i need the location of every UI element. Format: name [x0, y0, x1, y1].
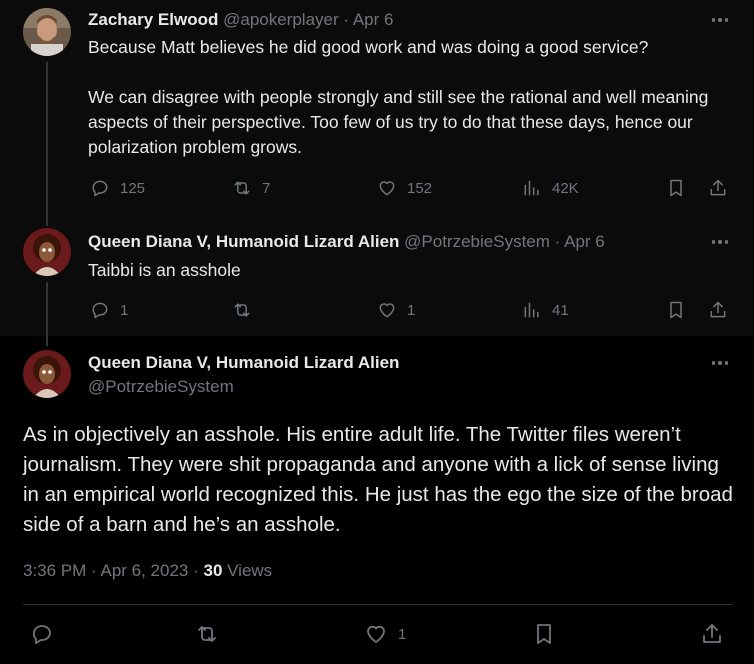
retweet-button[interactable]: [232, 300, 252, 320]
like-count: 1: [398, 625, 407, 643]
main-tweet-text: As in objectively an asshole. His entire…: [23, 423, 733, 536]
like-button[interactable]: 1: [364, 622, 406, 646]
avatar[interactable]: [23, 228, 71, 276]
retweet-button[interactable]: 7: [232, 178, 270, 198]
timestamp[interactable]: 3:36 PM · Apr 6, 2023 ·: [23, 561, 203, 580]
author-name[interactable]: Queen Diana V, Humanoid Lizard Alien: [88, 353, 399, 373]
reply-button[interactable]: 125: [90, 178, 145, 198]
bookmark-icon: [537, 624, 551, 644]
like-button[interactable]: 1: [377, 300, 415, 320]
views-button[interactable]: 42K: [522, 178, 579, 198]
author-handle[interactable]: @PotrzebieSystem: [88, 377, 399, 397]
tweet-date[interactable]: · Apr 6: [343, 10, 393, 29]
tweet-header: Zachary Elwood @apokerplayer · Apr 6: [88, 10, 393, 30]
tweet-text: Because Matt believes he did good work a…: [88, 37, 709, 157]
bookmark-button[interactable]: [666, 300, 686, 320]
bookmark-icon: [670, 301, 682, 319]
bookmark-button[interactable]: [666, 178, 686, 198]
thread-line: [46, 336, 48, 346]
author-handle[interactable]: @apokerplayer: [223, 10, 339, 29]
author-handle[interactable]: @PotrzebieSystem: [404, 232, 550, 251]
views-count: 30: [203, 561, 223, 580]
views-button[interactable]: 41: [522, 300, 569, 320]
reply-button[interactable]: [30, 622, 54, 646]
avatar-image: [23, 350, 71, 398]
author-name[interactable]: Queen Diana V, Humanoid Lizard Alien: [88, 232, 399, 251]
tweet-1[interactable]: Zachary Elwood @apokerplayer · Apr 6 Bec…: [0, 0, 754, 222]
reply-count: 1: [120, 301, 129, 319]
retweet-icon: [234, 303, 250, 317]
like-count: 152: [407, 179, 433, 197]
thread-line: [46, 62, 48, 222]
bookmark-icon: [670, 179, 682, 197]
tweet-date[interactable]: · Apr 6: [555, 232, 605, 251]
bookmark-button[interactable]: [532, 622, 556, 646]
author-name[interactable]: Zachary Elwood: [88, 10, 218, 29]
reply-icon: [92, 180, 108, 197]
reply-icon: [33, 625, 51, 644]
like-icon: [379, 181, 395, 196]
like-icon: [379, 303, 395, 318]
retweet-icon: [198, 626, 216, 642]
views-label: Views: [227, 561, 273, 580]
retweet-button[interactable]: [195, 622, 219, 646]
share-button[interactable]: [700, 622, 724, 646]
avatar-image: [23, 8, 71, 56]
thread-line: [46, 282, 48, 342]
share-icon: [710, 301, 726, 318]
reply-icon: [92, 302, 108, 319]
views-icon: [524, 302, 539, 318]
share-button[interactable]: [708, 300, 728, 320]
views-count: 41: [552, 301, 569, 319]
like-button[interactable]: 152: [377, 178, 432, 198]
share-button[interactable]: [708, 178, 728, 198]
like-count: 1: [407, 301, 416, 319]
retweet-icon: [234, 181, 250, 195]
views-icon: [524, 180, 539, 196]
tweet-2[interactable]: Queen Diana V, Humanoid Lizard Alien @Po…: [0, 218, 754, 342]
tweet-text: Taibbi is an asshole: [88, 260, 241, 280]
views-count: 42K: [552, 179, 579, 197]
retweet-count: 7: [262, 179, 271, 197]
more-icon[interactable]: [710, 353, 730, 373]
tweet-meta: 3:36 PM · Apr 6, 2023 · 30 Views: [23, 561, 272, 581]
avatar[interactable]: [23, 350, 71, 398]
share-icon: [710, 179, 726, 196]
thread-line: [46, 218, 48, 226]
avatar-image: [23, 228, 71, 276]
reply-button[interactable]: 1: [90, 300, 128, 320]
more-icon[interactable]: [710, 10, 730, 30]
more-icon[interactable]: [710, 232, 730, 252]
divider: [23, 604, 733, 605]
share-icon: [703, 624, 721, 643]
tweet-header: Queen Diana V, Humanoid Lizard Alien @Po…: [88, 353, 399, 397]
reply-count: 125: [120, 179, 146, 197]
tweet-header: Queen Diana V, Humanoid Lizard Alien @Po…: [88, 232, 605, 252]
main-tweet: Queen Diana V, Humanoid Lizard Alien @Po…: [0, 336, 754, 664]
avatar[interactable]: [23, 8, 71, 56]
like-icon: [367, 625, 385, 643]
